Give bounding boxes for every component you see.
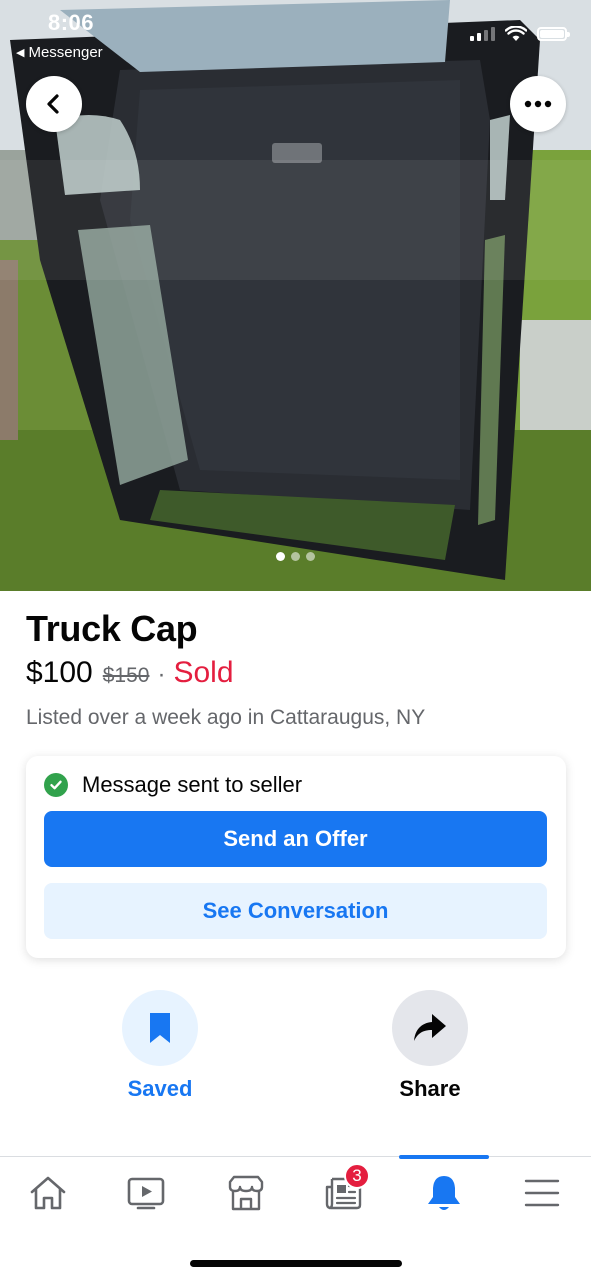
listing-title: Truck Cap — [26, 608, 198, 649]
saved-action[interactable]: Saved — [80, 990, 240, 1102]
marketplace-icon — [228, 1175, 264, 1211]
back-button[interactable] — [26, 76, 82, 132]
saved-button[interactable] — [122, 990, 198, 1066]
photo-pagination — [0, 552, 591, 561]
share-button[interactable] — [392, 990, 468, 1066]
bookmark-icon — [150, 1013, 170, 1043]
listing-photo[interactable]: 8:06 ◀ Messenger — [0, 0, 591, 591]
home-indicator[interactable] — [190, 1260, 402, 1267]
original-price: $150 — [102, 664, 150, 687]
listing-price: $100 — [26, 656, 93, 689]
return-to-app-link[interactable]: ◀ Messenger — [16, 44, 103, 61]
check-circle-icon — [44, 773, 68, 797]
nav-watch[interactable] — [118, 1171, 174, 1215]
message-sent-text: Message sent to seller — [82, 772, 303, 797]
status-icons — [470, 26, 570, 42]
home-icon — [30, 1176, 66, 1210]
nav-news[interactable]: 3 — [316, 1163, 372, 1215]
cellular-signal-icon — [470, 27, 495, 41]
nav-home[interactable] — [20, 1171, 76, 1215]
send-offer-button[interactable]: Send an Offer — [44, 811, 547, 867]
bell-icon — [428, 1176, 460, 1210]
notification-badge: 3 — [344, 1163, 370, 1189]
truck-cap-photo — [0, 0, 591, 591]
message-sent-row: Message sent to seller — [44, 772, 302, 798]
status-time: 8:06 — [48, 10, 95, 35]
battery-icon — [537, 27, 570, 41]
menu-icon — [524, 1179, 560, 1207]
nav-menu[interactable] — [514, 1171, 570, 1215]
share-label: Share — [399, 1076, 461, 1101]
status-bar: 8:06 ◀ Messenger — [0, 0, 591, 64]
video-icon — [127, 1177, 165, 1210]
pagination-dot[interactable] — [276, 552, 285, 561]
see-conversation-button[interactable]: See Conversation — [44, 883, 547, 939]
chevron-left-icon — [47, 94, 59, 114]
back-triangle-icon: ◀ — [16, 47, 25, 59]
listing-location: Listed over a week ago in Cattaraugus, N… — [26, 706, 426, 729]
more-horizontal-icon — [524, 100, 552, 108]
more-options-button[interactable] — [510, 76, 566, 132]
share-action[interactable]: Share — [350, 990, 510, 1102]
message-card: Message sent to seller Send an Offer See… — [26, 756, 566, 958]
sold-status: Sold — [173, 656, 234, 689]
share-arrow-icon — [414, 1014, 446, 1041]
separator: · — [157, 661, 166, 688]
nav-notifications[interactable] — [416, 1171, 472, 1215]
pagination-dot[interactable] — [306, 552, 315, 561]
nav-marketplace[interactable] — [218, 1171, 274, 1215]
pagination-dot[interactable] — [291, 552, 300, 561]
wifi-icon — [505, 26, 527, 41]
active-tab-indicator — [399, 1155, 489, 1159]
price-row: $100 $150 · Sold — [26, 656, 234, 690]
saved-label: Saved — [127, 1076, 193, 1101]
return-app-label: Messenger — [28, 44, 103, 61]
